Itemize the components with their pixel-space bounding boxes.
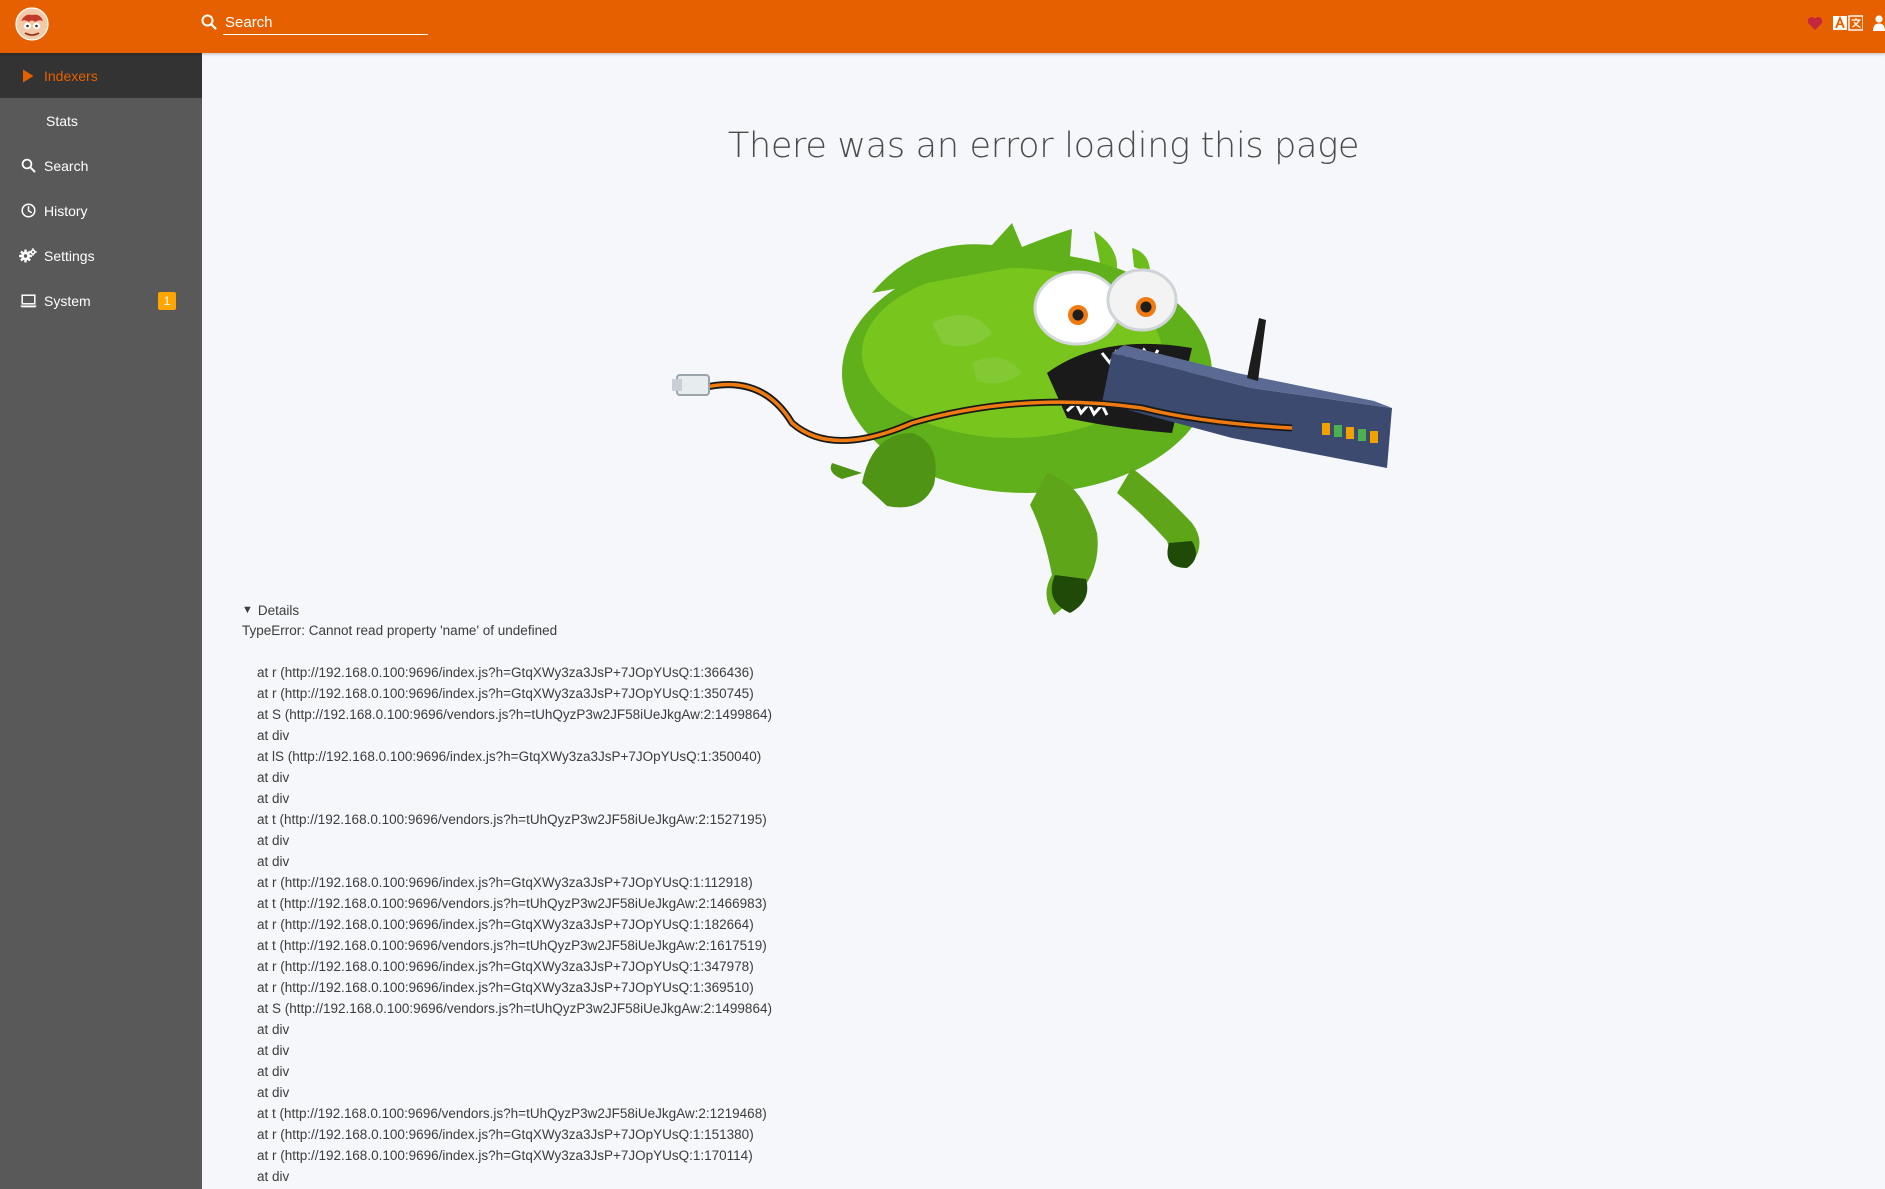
stack-line: at div [257, 854, 290, 869]
stack-line: at r (http://192.168.0.100:9696/index.js… [257, 875, 753, 890]
stack-line: at div [257, 1043, 290, 1058]
sidebar-item-label: History [44, 202, 88, 219]
stack-line: at div [257, 1022, 290, 1037]
details-summary-label: Details [257, 602, 300, 618]
stack-line: at t (http://192.168.0.100:9696/vendors.… [257, 938, 767, 953]
details-toggle[interactable]: ▼ Details [242, 600, 772, 620]
user-icon[interactable] [1873, 15, 1885, 31]
triangle-down-icon: ▼ [242, 604, 253, 616]
stack-line: at div [257, 770, 290, 785]
stack-line: at t (http://192.168.0.100:9696/vendors.… [257, 1106, 767, 1121]
sidebar-item-stats[interactable]: Stats [0, 98, 202, 143]
stack-line: at t (http://192.168.0.100:9696/vendors.… [257, 896, 767, 911]
status-badge: 1 [158, 292, 176, 310]
search-icon [19, 157, 37, 175]
sidebar: Indexers Stats Search History Settings S… [0, 53, 202, 1189]
stack-line: at r (http://192.168.0.100:9696/index.js… [257, 665, 754, 680]
sidebar-item-label: Indexers [44, 67, 98, 84]
search-input[interactable] [223, 10, 428, 35]
stack-line: at lS (http://192.168.0.100:9696/index.j… [257, 749, 762, 764]
translate-icon[interactable] [1833, 15, 1863, 31]
stack-line: at t (http://192.168.0.100:9696/vendors.… [257, 812, 767, 827]
stack-line: at S (http://192.168.0.100:9696/vendors.… [257, 1001, 772, 1016]
main-content: There was an error loading this page ▼ D… [202, 53, 1885, 1189]
header-actions [1807, 13, 1885, 33]
stack-trace: at r (http://192.168.0.100:9696/index.js… [242, 662, 772, 1187]
stack-line: at S (http://192.168.0.100:9696/vendors.… [257, 707, 772, 722]
page-title: There was an error loading this page [727, 126, 1360, 166]
stack-line: at div [257, 728, 290, 743]
search-icon [201, 14, 217, 30]
stack-line: at div [257, 791, 290, 806]
sidebar-item-label: Stats [46, 112, 78, 129]
error-message: TypeError: Cannot read property 'name' o… [242, 623, 558, 638]
stack-line: at r (http://192.168.0.100:9696/index.js… [257, 1127, 754, 1142]
sidebar-item-indexers[interactable]: Indexers [0, 53, 202, 98]
top-header [0, 0, 1885, 53]
stack-line: at r (http://192.168.0.100:9696/index.js… [257, 917, 754, 932]
stack-line: at r (http://192.168.0.100:9696/index.js… [257, 980, 754, 995]
stack-line: at r (http://192.168.0.100:9696/index.js… [257, 1148, 753, 1163]
sidebar-item-search[interactable]: Search [0, 143, 202, 188]
stack-line: at div [257, 1064, 290, 1079]
sidebar-item-label: Search [44, 157, 89, 174]
error-illustration [672, 223, 1392, 615]
stack-line: at r (http://192.168.0.100:9696/index.js… [257, 959, 754, 974]
logo-icon[interactable] [15, 7, 49, 41]
sidebar-item-history[interactable]: History [0, 188, 202, 233]
error-details: ▼ Details TypeError: Cannot read propert… [242, 600, 772, 1187]
play-icon [19, 67, 37, 85]
sidebar-item-label: System [44, 292, 91, 309]
sidebar-item-settings[interactable]: Settings [0, 233, 202, 278]
stack-line: at r (http://192.168.0.100:9696/index.js… [257, 686, 754, 701]
stack-line: at div [257, 1085, 290, 1100]
sidebar-item-system[interactable]: System 1 [0, 278, 202, 323]
laptop-icon [19, 292, 37, 310]
gears-icon [19, 247, 37, 265]
stack-line: at div [257, 1169, 290, 1184]
sidebar-item-label: Settings [44, 247, 95, 264]
clock-icon [19, 202, 37, 220]
heart-icon[interactable] [1807, 16, 1823, 31]
stack-line: at div [257, 833, 290, 848]
